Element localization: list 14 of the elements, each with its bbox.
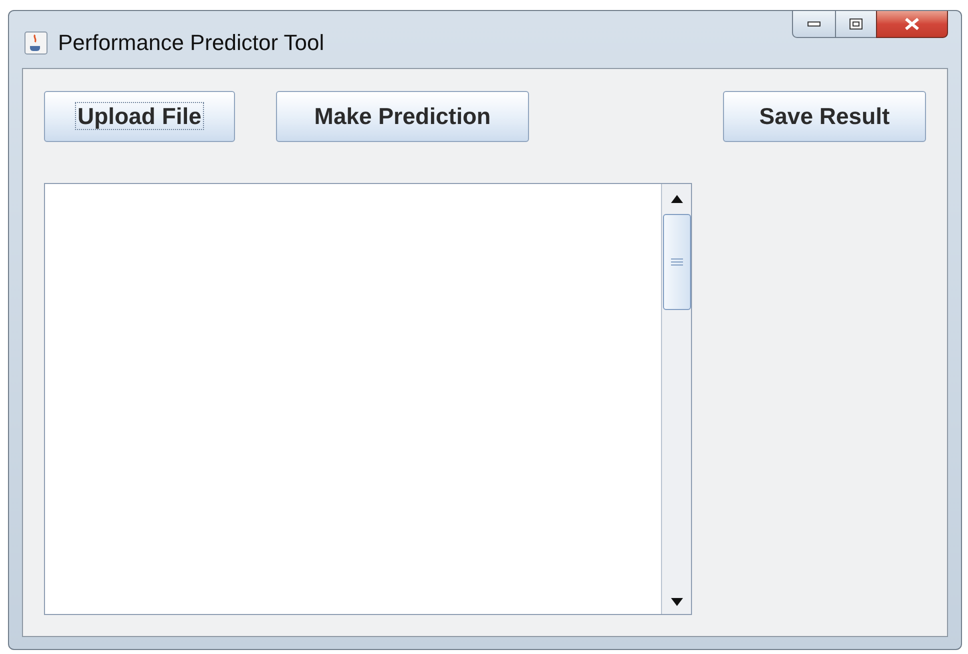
- toolbar-button[interactable]: Upload File: [44, 91, 235, 142]
- minimize-icon: [807, 21, 821, 27]
- restore-icon: [849, 18, 863, 30]
- scroll-thumb[interactable]: [662, 214, 690, 310]
- grip-icon: [670, 258, 684, 266]
- close-button[interactable]: [876, 11, 948, 38]
- toolbar-button[interactable]: Make Prediction: [276, 91, 529, 142]
- close-icon: [904, 17, 920, 31]
- minimize-button[interactable]: [792, 11, 836, 38]
- window-title: Performance Predictor Tool: [58, 29, 324, 57]
- maximize-button[interactable]: [836, 11, 876, 38]
- scrollbar[interactable]: [661, 184, 691, 614]
- cup-icon: [24, 30, 48, 54]
- toolbar-button[interactable]: Save Result: [723, 91, 926, 142]
